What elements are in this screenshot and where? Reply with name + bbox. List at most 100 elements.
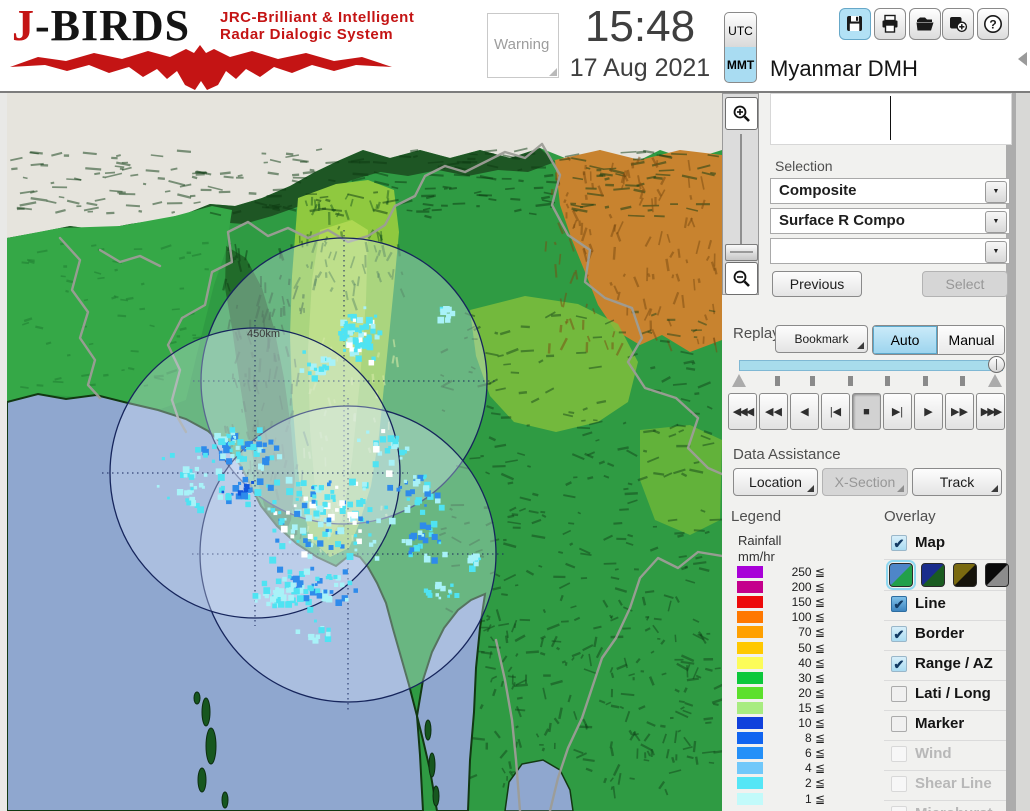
map-style-swatch-4[interactable] — [985, 563, 1009, 587]
legend-threshold: 20 ≦ — [798, 685, 825, 700]
add-window-button[interactable] — [942, 8, 974, 40]
overlay-item-border: ✔ Border — [884, 621, 1006, 651]
fastest-forward-button[interactable]: ▶▶▶ — [976, 393, 1005, 430]
legend-threshold: 250 ≦ — [791, 565, 825, 579]
save-button[interactable] — [839, 8, 871, 40]
map-style-swatch-2[interactable] — [921, 563, 945, 587]
legend-color-swatch — [737, 581, 763, 594]
timeline-end-marker[interactable] — [988, 374, 1002, 387]
zoom-slider-handle[interactable] — [725, 244, 758, 261]
legend-threshold: 2 ≦ — [804, 776, 825, 791]
legend-color-swatch — [737, 656, 763, 669]
legend-color-swatch — [737, 686, 763, 699]
overlay-options: ✔ Map ✔ Line ✔ Border ✔ Range / AZ Lati / Long Ma… — [884, 530, 1009, 811]
legend-row: 10 ≦ — [731, 716, 841, 731]
warning-label: Warning — [494, 36, 550, 53]
legend-row: 6 ≦ — [731, 746, 841, 761]
legend-row: 15 ≦ — [731, 701, 841, 716]
chevron-down-icon[interactable]: ▼ — [985, 181, 1007, 203]
timeline-tick — [848, 376, 853, 386]
overlay-item-lati-long: Lati / Long — [884, 681, 1006, 711]
zoom-in-button[interactable] — [725, 97, 758, 130]
previous-button[interactable]: Previous — [772, 271, 862, 297]
legend-color-swatch — [737, 596, 763, 609]
print-button[interactable] — [874, 8, 906, 40]
legend-row: 150 ≦ — [731, 595, 841, 610]
chevron-down-icon[interactable]: ▼ — [985, 241, 1007, 263]
chevron-down-icon[interactable]: ▼ — [985, 211, 1007, 233]
timeline-tick — [775, 376, 780, 386]
overlay-item-line: ✔ Line — [884, 591, 1006, 621]
step-back-button[interactable]: |◀ — [821, 393, 850, 430]
product-option-dropdown[interactable]: ▼ — [770, 238, 1010, 264]
location-button[interactable]: Location — [733, 468, 818, 496]
step-forward-button[interactable]: ▶| — [883, 393, 912, 430]
overlay-item-label: Map — [915, 534, 945, 551]
checkbox[interactable]: ✔ — [891, 626, 907, 642]
svg-text:?: ? — [989, 18, 996, 32]
play-button[interactable]: ▶ — [914, 393, 943, 430]
fast-rewind-button[interactable]: ◀◀ — [759, 393, 788, 430]
mmt-timezone-button[interactable]: MMT — [724, 47, 757, 83]
select-button[interactable]: Select — [922, 271, 1008, 297]
map-style-swatch-3[interactable] — [953, 563, 977, 587]
map-style-swatch-1[interactable] — [886, 560, 916, 590]
checkbox[interactable] — [891, 686, 907, 702]
replay-timeline-handle[interactable] — [988, 356, 1005, 373]
play-reverse-button[interactable]: ◀ — [790, 393, 819, 430]
radar-map[interactable]: 450km — [6, 93, 727, 811]
legend-label: Legend — [731, 508, 782, 525]
product-category-dropdown[interactable]: Composite ▼ — [770, 178, 1010, 204]
legend-threshold: 6 ≦ — [804, 746, 825, 761]
overlay-label: Overlay — [884, 508, 936, 525]
radar-map-canvas[interactable]: 450km — [6, 93, 727, 811]
data-assistance-label: Data Assistance — [733, 446, 841, 463]
checkbox[interactable]: ✔ — [891, 535, 907, 551]
checkbox[interactable]: ✔ — [891, 656, 907, 672]
product-type-dropdown[interactable]: Surface R Compo ▼ — [770, 208, 1010, 234]
app-logo-subtitle: JRC-Brilliant & Intelligent Radar Dialogi… — [220, 9, 415, 43]
checkbox[interactable]: ✔ — [891, 596, 907, 612]
legend-color-swatch — [737, 762, 763, 775]
print-icon — [882, 14, 898, 33]
legend-row: 50 ≦ — [731, 641, 841, 656]
legend-row: 100 ≦ — [731, 610, 841, 625]
auto-mode-button[interactable]: Auto — [873, 326, 938, 354]
panel-collapse-arrow-icon[interactable] — [1018, 52, 1027, 66]
overlay-item-microburst: Microburst — [884, 801, 1006, 811]
fast-forward-button[interactable]: ▶▶ — [945, 393, 974, 430]
help-button[interactable]: ? — [977, 8, 1009, 40]
track-button[interactable]: Track — [912, 468, 1002, 496]
overlay-item-label: Range / AZ — [915, 655, 993, 672]
site-info-box[interactable] — [770, 93, 1012, 145]
fastest-rewind-button[interactable]: ◀◀◀ — [728, 393, 757, 430]
checkbox[interactable] — [891, 716, 907, 732]
bookmark-button[interactable]: Bookmark — [775, 325, 868, 353]
legend-row: 8 ≦ — [731, 731, 841, 746]
stop-button[interactable]: ■ — [852, 393, 881, 430]
zoom-out-button[interactable] — [725, 262, 758, 295]
map-style-picker — [884, 560, 1009, 591]
timeline-start-marker[interactable] — [732, 374, 746, 387]
text-caret — [890, 96, 891, 140]
svg-text:450km: 450km — [247, 328, 280, 340]
site-title: Myanmar DMH — [770, 56, 918, 81]
legend-row: 30 ≦ — [731, 671, 841, 686]
warning-panel[interactable]: Warning — [487, 13, 559, 78]
x-section-button[interactable]: X-Section — [822, 468, 908, 496]
clock-time: 15:48 — [584, 2, 696, 51]
open-file-button[interactable] — [909, 8, 941, 40]
utc-timezone-button[interactable]: UTC — [724, 12, 757, 48]
zoom-slider-track[interactable] — [740, 134, 742, 248]
legend-color-swatch — [737, 701, 763, 714]
save-icon — [847, 16, 862, 31]
replay-timeline-track[interactable] — [739, 360, 1003, 371]
overlay-item-label: Lati / Long — [915, 685, 991, 702]
overlay-item-label: Marker — [915, 715, 965, 732]
legend-color-swatch — [737, 717, 763, 729]
checkbox — [891, 746, 907, 762]
playback-controls: ◀◀◀ ◀◀ ◀ |◀ ■ ▶| ▶ ▶▶ ▶▶▶ — [728, 393, 1007, 431]
legend-threshold: 8 ≦ — [804, 731, 825, 746]
timeline-tick — [885, 376, 890, 386]
manual-mode-button[interactable]: Manual — [939, 326, 1004, 354]
